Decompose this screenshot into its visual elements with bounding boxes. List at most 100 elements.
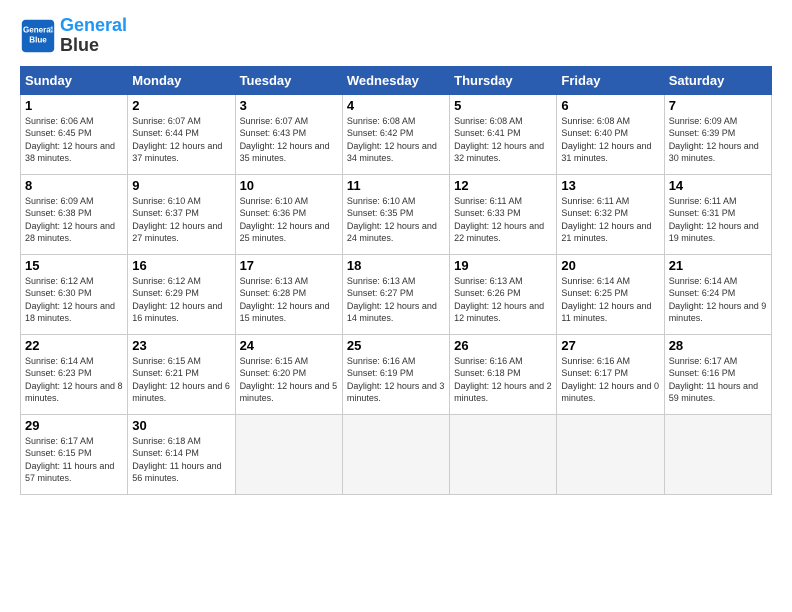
day-info: Sunrise: 6:10 AM Sunset: 6:36 PM Dayligh… (240, 195, 338, 245)
daylight-label: Daylight: 11 hours and 59 minutes. (669, 381, 758, 404)
daylight-label: Daylight: 12 hours and 25 minutes. (240, 221, 330, 244)
daylight-label: Daylight: 12 hours and 2 minutes. (454, 381, 552, 404)
sunrise-label: Sunrise: 6:09 AM (669, 116, 738, 126)
sunset-label: Sunset: 6:38 PM (25, 208, 92, 218)
day-info: Sunrise: 6:08 AM Sunset: 6:42 PM Dayligh… (347, 115, 445, 165)
day-info: Sunrise: 6:16 AM Sunset: 6:17 PM Dayligh… (561, 355, 659, 405)
daylight-label: Daylight: 12 hours and 19 minutes. (669, 221, 759, 244)
page: General Blue GeneralBlue Sunday Monday T… (0, 0, 792, 505)
header-friday: Friday (557, 66, 664, 94)
table-row: 16 Sunrise: 6:12 AM Sunset: 6:29 PM Dayl… (128, 254, 235, 334)
daylight-label: Daylight: 12 hours and 34 minutes. (347, 141, 437, 164)
sunrise-label: Sunrise: 6:10 AM (240, 196, 309, 206)
table-row: 7 Sunrise: 6:09 AM Sunset: 6:39 PM Dayli… (664, 94, 771, 174)
sunrise-label: Sunrise: 6:16 AM (454, 356, 523, 366)
day-number: 29 (25, 418, 123, 433)
table-row: 26 Sunrise: 6:16 AM Sunset: 6:18 PM Dayl… (450, 334, 557, 414)
sunrise-label: Sunrise: 6:14 AM (561, 276, 630, 286)
sunset-label: Sunset: 6:36 PM (240, 208, 307, 218)
daylight-label: Daylight: 12 hours and 3 minutes. (347, 381, 445, 404)
day-number: 28 (669, 338, 767, 353)
day-number: 16 (132, 258, 230, 273)
logo-text: GeneralBlue (60, 16, 127, 56)
day-info: Sunrise: 6:09 AM Sunset: 6:38 PM Dayligh… (25, 195, 123, 245)
sunset-label: Sunset: 6:15 PM (25, 448, 92, 458)
day-info: Sunrise: 6:06 AM Sunset: 6:45 PM Dayligh… (25, 115, 123, 165)
sunrise-label: Sunrise: 6:10 AM (132, 196, 201, 206)
day-number: 4 (347, 98, 445, 113)
sunrise-label: Sunrise: 6:13 AM (347, 276, 416, 286)
daylight-label: Daylight: 11 hours and 57 minutes. (25, 461, 114, 484)
sunrise-label: Sunrise: 6:16 AM (561, 356, 630, 366)
day-number: 9 (132, 178, 230, 193)
day-info: Sunrise: 6:14 AM Sunset: 6:25 PM Dayligh… (561, 275, 659, 325)
calendar-row: 15 Sunrise: 6:12 AM Sunset: 6:30 PM Dayl… (21, 254, 772, 334)
calendar-row: 22 Sunrise: 6:14 AM Sunset: 6:23 PM Dayl… (21, 334, 772, 414)
table-row: 14 Sunrise: 6:11 AM Sunset: 6:31 PM Dayl… (664, 174, 771, 254)
sunset-label: Sunset: 6:25 PM (561, 288, 628, 298)
daylight-label: Daylight: 12 hours and 22 minutes. (454, 221, 544, 244)
sunset-label: Sunset: 6:24 PM (669, 288, 736, 298)
day-number: 3 (240, 98, 338, 113)
day-info: Sunrise: 6:11 AM Sunset: 6:32 PM Dayligh… (561, 195, 659, 245)
table-row: 18 Sunrise: 6:13 AM Sunset: 6:27 PM Dayl… (342, 254, 449, 334)
table-row (450, 414, 557, 494)
daylight-label: Daylight: 12 hours and 37 minutes. (132, 141, 222, 164)
day-number: 13 (561, 178, 659, 193)
sunset-label: Sunset: 6:30 PM (25, 288, 92, 298)
sunset-label: Sunset: 6:16 PM (669, 368, 736, 378)
table-row (664, 414, 771, 494)
day-info: Sunrise: 6:17 AM Sunset: 6:16 PM Dayligh… (669, 355, 767, 405)
sunrise-label: Sunrise: 6:18 AM (132, 436, 201, 446)
table-row: 29 Sunrise: 6:17 AM Sunset: 6:15 PM Dayl… (21, 414, 128, 494)
sunrise-label: Sunrise: 6:08 AM (561, 116, 630, 126)
day-info: Sunrise: 6:09 AM Sunset: 6:39 PM Dayligh… (669, 115, 767, 165)
day-number: 21 (669, 258, 767, 273)
day-number: 24 (240, 338, 338, 353)
sunset-label: Sunset: 6:26 PM (454, 288, 521, 298)
header-saturday: Saturday (664, 66, 771, 94)
day-info: Sunrise: 6:15 AM Sunset: 6:21 PM Dayligh… (132, 355, 230, 405)
table-row: 27 Sunrise: 6:16 AM Sunset: 6:17 PM Dayl… (557, 334, 664, 414)
sunrise-label: Sunrise: 6:17 AM (669, 356, 738, 366)
daylight-label: Daylight: 12 hours and 12 minutes. (454, 301, 544, 324)
table-row: 8 Sunrise: 6:09 AM Sunset: 6:38 PM Dayli… (21, 174, 128, 254)
table-row: 11 Sunrise: 6:10 AM Sunset: 6:35 PM Dayl… (342, 174, 449, 254)
day-info: Sunrise: 6:10 AM Sunset: 6:37 PM Dayligh… (132, 195, 230, 245)
table-row: 13 Sunrise: 6:11 AM Sunset: 6:32 PM Dayl… (557, 174, 664, 254)
daylight-label: Daylight: 12 hours and 15 minutes. (240, 301, 330, 324)
sunset-label: Sunset: 6:23 PM (25, 368, 92, 378)
day-number: 30 (132, 418, 230, 433)
table-row: 20 Sunrise: 6:14 AM Sunset: 6:25 PM Dayl… (557, 254, 664, 334)
day-info: Sunrise: 6:13 AM Sunset: 6:27 PM Dayligh… (347, 275, 445, 325)
sunset-label: Sunset: 6:32 PM (561, 208, 628, 218)
sunset-label: Sunset: 6:42 PM (347, 128, 414, 138)
day-number: 6 (561, 98, 659, 113)
day-info: Sunrise: 6:15 AM Sunset: 6:20 PM Dayligh… (240, 355, 338, 405)
daylight-label: Daylight: 12 hours and 28 minutes. (25, 221, 115, 244)
daylight-label: Daylight: 12 hours and 9 minutes. (669, 301, 767, 324)
sunrise-label: Sunrise: 6:12 AM (132, 276, 201, 286)
daylight-label: Daylight: 12 hours and 18 minutes. (25, 301, 115, 324)
daylight-label: Daylight: 12 hours and 5 minutes. (240, 381, 338, 404)
day-info: Sunrise: 6:11 AM Sunset: 6:31 PM Dayligh… (669, 195, 767, 245)
table-row: 15 Sunrise: 6:12 AM Sunset: 6:30 PM Dayl… (21, 254, 128, 334)
svg-text:General: General (23, 25, 53, 34)
sunrise-label: Sunrise: 6:11 AM (669, 196, 737, 206)
day-number: 2 (132, 98, 230, 113)
sunrise-label: Sunrise: 6:06 AM (25, 116, 94, 126)
table-row: 10 Sunrise: 6:10 AM Sunset: 6:36 PM Dayl… (235, 174, 342, 254)
sunrise-label: Sunrise: 6:13 AM (240, 276, 309, 286)
daylight-label: Daylight: 12 hours and 0 minutes. (561, 381, 659, 404)
day-info: Sunrise: 6:13 AM Sunset: 6:26 PM Dayligh… (454, 275, 552, 325)
calendar-table: Sunday Monday Tuesday Wednesday Thursday… (20, 66, 772, 495)
daylight-label: Daylight: 12 hours and 8 minutes. (25, 381, 123, 404)
daylight-label: Daylight: 12 hours and 16 minutes. (132, 301, 222, 324)
sunrise-label: Sunrise: 6:11 AM (561, 196, 629, 206)
day-info: Sunrise: 6:14 AM Sunset: 6:23 PM Dayligh… (25, 355, 123, 405)
daylight-label: Daylight: 12 hours and 30 minutes. (669, 141, 759, 164)
table-row: 12 Sunrise: 6:11 AM Sunset: 6:33 PM Dayl… (450, 174, 557, 254)
table-row: 21 Sunrise: 6:14 AM Sunset: 6:24 PM Dayl… (664, 254, 771, 334)
day-info: Sunrise: 6:12 AM Sunset: 6:29 PM Dayligh… (132, 275, 230, 325)
sunset-label: Sunset: 6:39 PM (669, 128, 736, 138)
